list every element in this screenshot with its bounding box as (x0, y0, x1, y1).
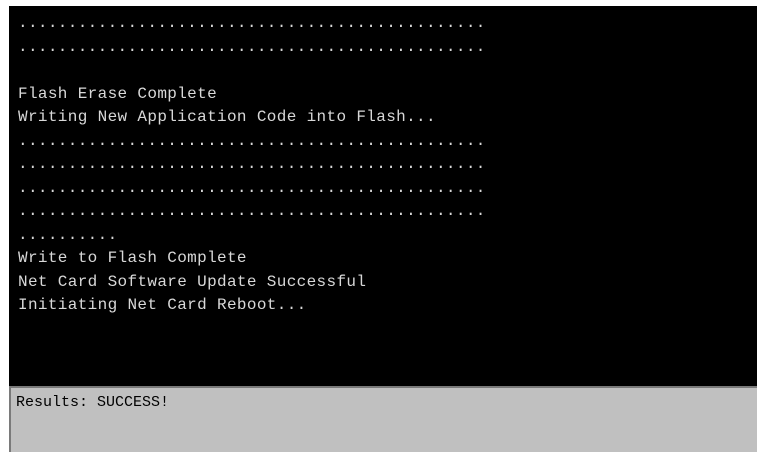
terminal-lines: ........................................… (18, 12, 486, 318)
results-status-text: Results: SUCCESS! (16, 394, 170, 411)
terminal-output[interactable]: ........................................… (9, 6, 757, 386)
terminal-line-progress-6: ........................................… (18, 202, 486, 220)
terminal-line-progress-2: ........................................… (18, 37, 486, 56)
terminal-line-progress-1: ........................................… (18, 14, 486, 32)
terminal-line-progress-4: ........................................… (18, 155, 486, 173)
terminal-line-reboot: Initiating Net Card Reboot... (18, 296, 307, 314)
terminal-line-progress-7: .......... (18, 225, 118, 244)
terminal-line-update-successful: Net Card Software Update Successful (18, 272, 367, 291)
terminal-line-erase-complete: Flash Erase Complete (18, 84, 218, 103)
terminal-line-write-complete: Write to Flash Complete (18, 249, 247, 267)
terminal-line-writing: Writing New Application Code into Flash.… (18, 108, 436, 126)
terminal-line-blank (18, 59, 486, 83)
update-window: ........................................… (0, 0, 757, 456)
results-panel[interactable]: Results: SUCCESS! (9, 386, 757, 452)
terminal-line-progress-5: ........................................… (18, 178, 486, 197)
terminal-line-progress-3: ........................................… (18, 131, 486, 150)
